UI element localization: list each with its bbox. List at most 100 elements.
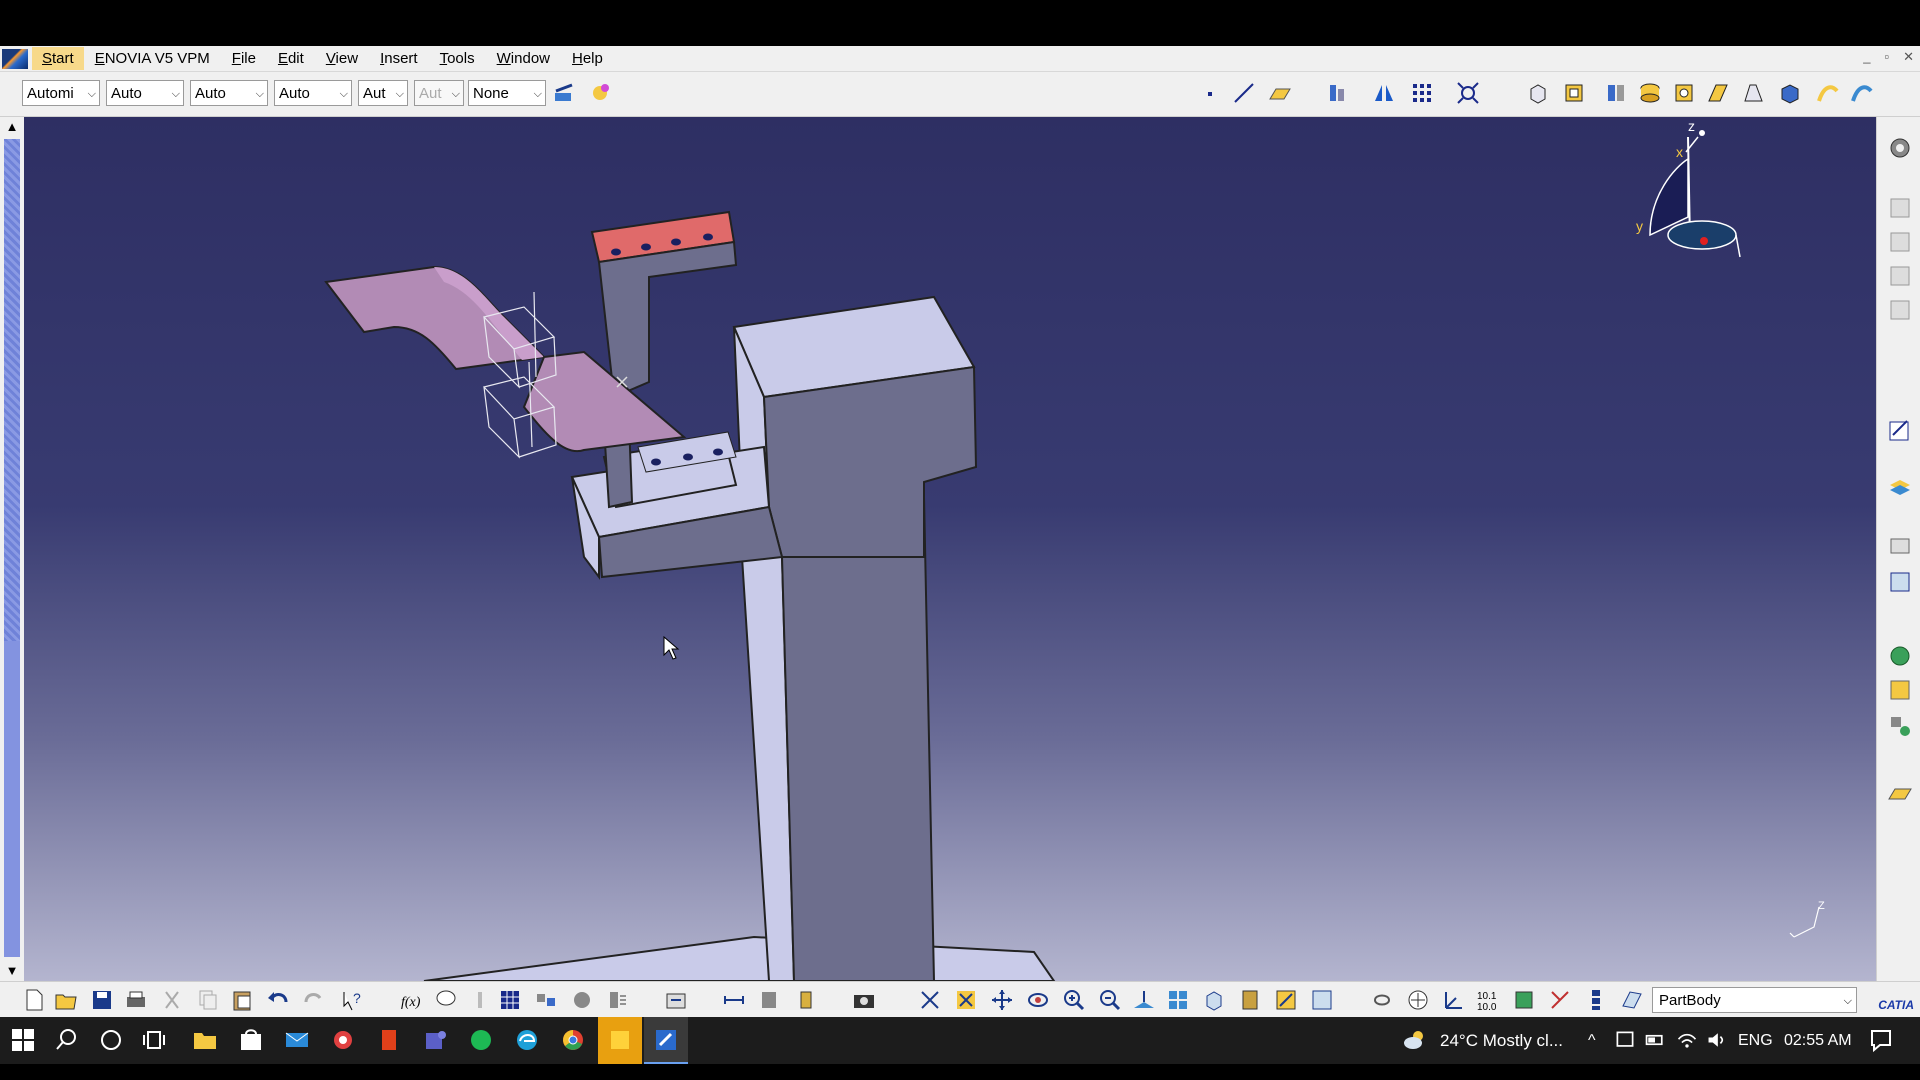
weather-text[interactable]: 24°C Mostly cl...: [1440, 1017, 1563, 1064]
chrome-icon[interactable]: [560, 1027, 586, 1053]
measure-item-icon[interactable]: [758, 988, 782, 1012]
open-folder-icon[interactable]: [54, 988, 78, 1012]
point-type-combo[interactable]: Aut ⌵: [358, 80, 408, 106]
mirror-icon[interactable]: [1372, 81, 1396, 105]
menu-start[interactable]: Start: [32, 47, 84, 70]
measure-icon[interactable]: [1887, 533, 1913, 559]
plane-tool-icon[interactable]: [1887, 779, 1913, 805]
table-icon[interactable]: [1887, 569, 1913, 595]
compass[interactable]: z x y: [1620, 117, 1780, 267]
design-table-icon[interactable]: [498, 988, 522, 1012]
sketch-analysis-icon[interactable]: [1326, 81, 1350, 105]
sticky-notes-icon[interactable]: [607, 1027, 633, 1053]
part-geometry[interactable]: [24, 117, 1876, 981]
part-body-icon[interactable]: [1620, 988, 1644, 1012]
vertical-scrollbar[interactable]: ▲ ▼: [0, 117, 24, 981]
plane-icon[interactable]: [1268, 81, 1292, 105]
whats-this-icon[interactable]: ?: [340, 988, 364, 1012]
cortana-icon[interactable]: [98, 1027, 124, 1053]
painter-icon[interactable]: [552, 81, 576, 105]
scroll-thumb[interactable]: [4, 641, 20, 957]
swap-visible-space-icon[interactable]: [1310, 988, 1334, 1012]
store-icon[interactable]: [238, 1027, 264, 1053]
network-tray-icon[interactable]: [1614, 1027, 1636, 1053]
fit-all-in-icon[interactable]: [954, 988, 978, 1012]
profile-feature-icon[interactable]: [1887, 297, 1913, 323]
line-icon[interactable]: [1232, 81, 1256, 105]
top-block-front[interactable]: [762, 365, 978, 558]
hide-show-icon[interactable]: [1274, 988, 1298, 1012]
pad-icon[interactable]: [1526, 81, 1550, 105]
menu-tools[interactable]: Tools: [429, 50, 486, 67]
grid-icon[interactable]: [1410, 81, 1434, 105]
pocket-icon[interactable]: [1562, 81, 1586, 105]
menu-insert[interactable]: Insert: [369, 50, 429, 67]
app-icon[interactable]: [330, 1027, 356, 1053]
menu-enovia[interactable]: ENOVIA V5 VPM: [84, 50, 221, 67]
clock[interactable]: 02:55 AM: [1784, 1017, 1852, 1064]
edge-icon[interactable]: [514, 1027, 540, 1053]
color-combo[interactable]: Automi ⌵: [22, 80, 100, 106]
constraint-icon[interactable]: [1548, 988, 1572, 1012]
search-icon[interactable]: [54, 1027, 80, 1053]
update-all-icon[interactable]: [1370, 988, 1394, 1012]
layer-combo[interactable]: None ⌵: [468, 80, 546, 106]
paste-icon[interactable]: [230, 988, 254, 1012]
removed-multi-section-icon[interactable]: [1850, 81, 1874, 105]
scroll-down-arrow-icon[interactable]: ▼: [4, 963, 20, 979]
undo-icon[interactable]: [266, 988, 290, 1012]
manipulation-icon[interactable]: [1406, 988, 1430, 1012]
comment-icon[interactable]: [434, 988, 458, 1012]
upper-jaw-body[interactable]: [597, 240, 738, 399]
measure-inertia-icon[interactable]: [794, 988, 818, 1012]
zoom-in-icon[interactable]: [1062, 988, 1086, 1012]
teams-icon[interactable]: [422, 1027, 448, 1053]
minimize-button[interactable]: _: [1863, 49, 1870, 65]
battery-icon[interactable]: [1644, 1027, 1666, 1053]
catia-logo-icon[interactable]: [2, 48, 28, 69]
shading-icon[interactable]: [1238, 988, 1262, 1012]
point-icon[interactable]: [1208, 92, 1212, 96]
catia-task-icon[interactable]: [653, 1027, 679, 1053]
notification-icon[interactable]: [1868, 1027, 1894, 1053]
sketch-icon[interactable]: [1887, 195, 1913, 221]
menu-window[interactable]: Window: [486, 50, 561, 67]
windows-start-icon[interactable]: [10, 1027, 36, 1053]
globe-icon[interactable]: [1887, 643, 1913, 669]
sketcher-icon[interactable]: [1887, 417, 1913, 443]
output-feature-icon[interactable]: [1887, 263, 1913, 289]
menu-help[interactable]: Help: [561, 50, 614, 67]
xbox-icon[interactable]: [468, 1027, 494, 1053]
rib-icon[interactable]: [1672, 81, 1696, 105]
menu-file[interactable]: File: [221, 50, 267, 67]
positioned-sketch-icon[interactable]: [1887, 229, 1913, 255]
pan-icon[interactable]: [990, 988, 1014, 1012]
stiffener-icon[interactable]: [1742, 81, 1766, 105]
scroll-track[interactable]: [4, 139, 20, 641]
wifi-icon[interactable]: [1676, 1027, 1698, 1053]
language-indicator[interactable]: ENG: [1738, 1017, 1773, 1064]
scroll-up-arrow-icon[interactable]: ▲: [4, 119, 20, 135]
layers-icon[interactable]: [1887, 475, 1913, 501]
line-type-combo[interactable]: Auto ⌵: [274, 80, 352, 106]
transparency-combo[interactable]: Auto ⌵: [106, 80, 184, 106]
gear-icon[interactable]: [1887, 135, 1913, 161]
units-icon[interactable]: 10.110.0: [1476, 988, 1500, 1012]
line-thickness-combo[interactable]: Auto ⌵: [190, 80, 268, 106]
capture-camera-icon[interactable]: [852, 988, 876, 1012]
slot-icon[interactable]: [1706, 81, 1730, 105]
solid-combine-icon[interactable]: [1778, 81, 1802, 105]
restore-button[interactable]: ▫: [1884, 49, 1889, 65]
file-explorer-icon[interactable]: [192, 1027, 218, 1053]
iso-view-icon[interactable]: [1202, 988, 1226, 1012]
zoom-out-icon[interactable]: [1098, 988, 1122, 1012]
column-front-face[interactable]: [780, 495, 936, 981]
menu-edit[interactable]: Edit: [267, 50, 315, 67]
sheet-upper-flange[interactable]: [324, 265, 547, 371]
power-copy-icon[interactable]: [606, 988, 630, 1012]
close-button[interactable]: ✕: [1903, 49, 1914, 65]
update-icon[interactable]: [664, 988, 688, 1012]
tolerance-icon[interactable]: [1512, 988, 1536, 1012]
hole-icon[interactable]: [1638, 81, 1662, 105]
formula-icon[interactable]: f(x): [400, 988, 424, 1012]
